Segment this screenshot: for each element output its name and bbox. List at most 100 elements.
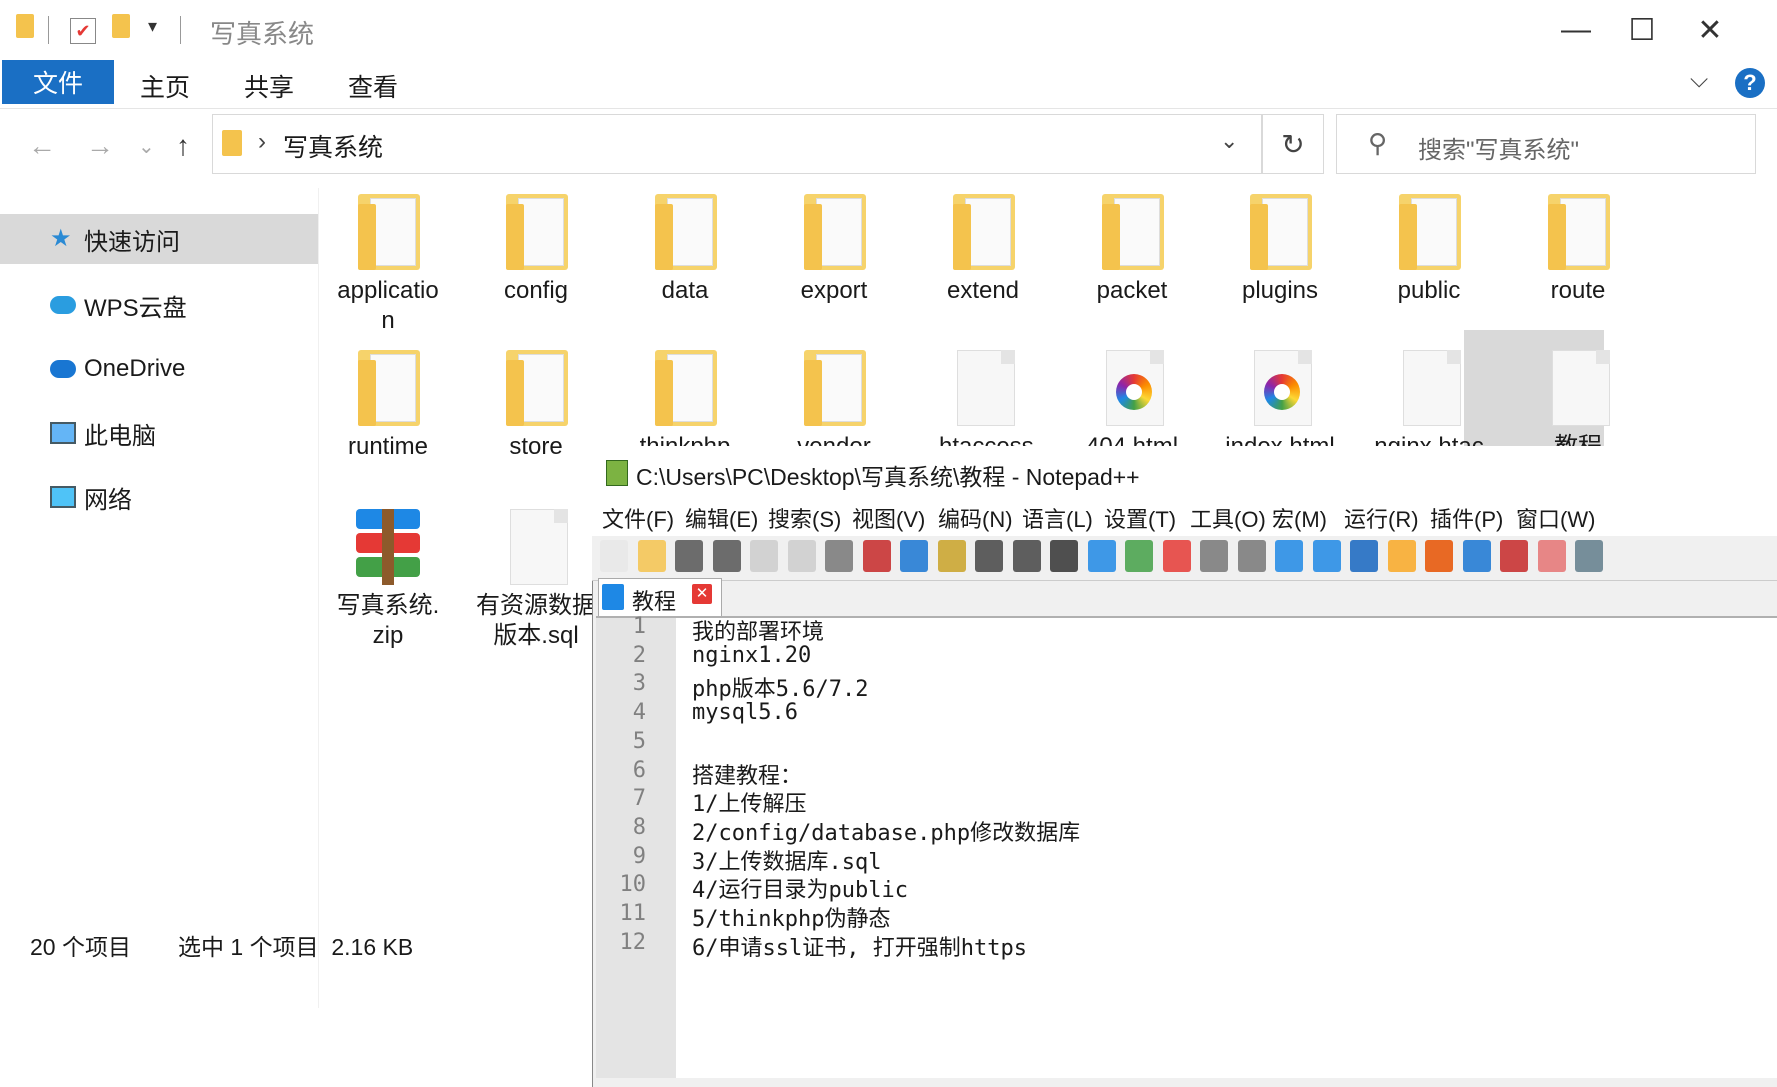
sidebar-item-network[interactable]: 网络 — [0, 472, 318, 522]
file-item[interactable]: .htaccess — [908, 346, 1058, 462]
sidebar-item-quick-access[interactable]: ★ 快速访问 — [0, 214, 318, 264]
up-button[interactable]: ↑ — [176, 130, 190, 162]
menu-item[interactable]: 语言(L) — [1022, 502, 1093, 534]
expand-ribbon-icon[interactable]: ⌵ — [1690, 66, 1708, 94]
file-item[interactable]: data — [610, 190, 760, 306]
folder-workspace-icon[interactable] — [1500, 540, 1528, 572]
menu-item[interactable]: 设置(T) — [1104, 502, 1176, 534]
new-file-icon[interactable] — [600, 540, 628, 572]
sidebar-item-wps[interactable]: WPS云盘 — [0, 280, 318, 330]
file-item[interactable]: store — [461, 346, 611, 462]
copy-icon[interactable] — [900, 540, 928, 572]
code-line[interactable]: 5/thinkphp伪静态 — [692, 901, 890, 933]
menu-item[interactable]: 视图(V) — [852, 502, 925, 534]
record-macro-icon[interactable] — [1575, 540, 1603, 572]
forward-button[interactable]: → — [86, 130, 114, 162]
file-item[interactable]: route — [1503, 190, 1653, 306]
menu-item[interactable]: 窗口(W) — [1516, 502, 1595, 534]
file-item[interactable]: extend — [908, 190, 1058, 306]
file-item[interactable]: nginx.htac — [1354, 346, 1504, 462]
code-line[interactable]: 3/上传数据库.sql — [692, 844, 881, 876]
file-item[interactable]: thinkphp — [610, 346, 760, 462]
file-item[interactable]: 写真系统. zip — [313, 505, 463, 651]
menu-item[interactable]: 工具(O) — [1190, 502, 1266, 534]
file-item[interactable]: runtime — [313, 346, 463, 462]
minimize-button[interactable]: — — [1546, 8, 1606, 52]
file-item[interactable]: packet — [1057, 190, 1207, 306]
menu-item[interactable]: 文件(F) — [602, 502, 674, 534]
monitoring-icon[interactable] — [1537, 540, 1566, 572]
code-line[interactable]: php版本5.6/7.2 — [692, 671, 868, 703]
tab-label[interactable]: 教程 — [632, 584, 676, 616]
paste-icon[interactable] — [937, 540, 966, 572]
open-file-icon[interactable] — [637, 540, 666, 572]
zoom-in-icon[interactable] — [1125, 540, 1153, 572]
cut-icon[interactable] — [862, 540, 891, 572]
code-line[interactable]: mysql5.6 — [692, 700, 798, 725]
sidebar-item-this-pc[interactable]: 此电脑 — [0, 408, 318, 458]
file-name: public — [1397, 277, 1461, 304]
undo-icon[interactable] — [975, 540, 1003, 572]
menu-item[interactable]: 编辑(E) — [685, 502, 758, 534]
back-button[interactable]: ← — [28, 130, 56, 162]
file-item[interactable]: 教程 — [1503, 346, 1653, 462]
menu-item[interactable]: 宏(M) — [1272, 502, 1327, 534]
language-icon[interactable] — [1387, 540, 1416, 572]
code-line[interactable]: 2/config/database.php修改数据库 — [692, 815, 1080, 847]
sidebar-item-onedrive[interactable]: OneDrive — [0, 344, 318, 394]
close-all-icon[interactable] — [787, 540, 816, 572]
function-list-icon[interactable] — [1462, 540, 1491, 572]
sync-vertical-icon[interactable] — [1200, 540, 1228, 572]
close-button[interactable]: ✕ — [1680, 8, 1740, 52]
sync-horizontal-icon[interactable] — [1237, 540, 1266, 572]
word-wrap-icon[interactable] — [1275, 540, 1303, 572]
close-icon[interactable] — [750, 540, 778, 572]
menu-item[interactable]: 插件(P) — [1430, 502, 1503, 534]
print-icon[interactable] — [825, 540, 853, 572]
tab-view[interactable]: 查看 — [348, 68, 398, 104]
file-item[interactable]: plugins — [1205, 190, 1355, 306]
find-icon[interactable] — [1050, 540, 1078, 572]
file-item[interactable]: applicatio n — [313, 190, 463, 336]
file-item[interactable]: public — [1354, 190, 1504, 306]
file-item[interactable]: index.html — [1205, 346, 1355, 462]
properties-icon[interactable]: ✔ — [70, 18, 96, 44]
save-icon[interactable] — [675, 540, 703, 572]
file-item[interactable]: config — [461, 190, 611, 306]
zoom-out-icon[interactable] — [1162, 540, 1191, 572]
menu-item[interactable]: 搜索(S) — [768, 502, 841, 534]
file-item[interactable]: 404.html — [1057, 346, 1207, 462]
maximize-button[interactable]: ☐ — [1612, 8, 1672, 52]
refresh-button[interactable]: ↻ — [1262, 114, 1324, 174]
recent-locations-button[interactable]: ⌄ — [138, 134, 155, 159]
show-all-chars-icon[interactable] — [1312, 540, 1341, 572]
new-folder-icon[interactable] — [112, 14, 138, 44]
replace-icon[interactable] — [1087, 540, 1116, 572]
tab-home[interactable]: 主页 — [140, 68, 190, 104]
doc-map-icon[interactable] — [1425, 540, 1453, 572]
address-path[interactable]: 写真系统 — [283, 128, 383, 164]
file-item[interactable]: export — [759, 190, 909, 306]
notepadpp-icon — [606, 460, 628, 486]
menu-item[interactable]: 运行(R) — [1344, 502, 1419, 534]
tab-file[interactable]: 文件 — [2, 60, 114, 104]
redo-icon[interactable] — [1012, 540, 1041, 572]
code-line[interactable]: 我的部署环境 — [692, 614, 824, 646]
code-line[interactable]: 1/上传解压 — [692, 786, 807, 818]
menu-item[interactable]: 编码(N) — [938, 502, 1013, 534]
search-input[interactable]: 搜索"写真系统" — [1418, 130, 1579, 165]
indent-guide-icon[interactable] — [1350, 540, 1378, 572]
tab-share[interactable]: 共享 — [244, 68, 294, 104]
code-line[interactable]: 搭建教程： — [692, 758, 802, 790]
code-line[interactable]: 4/运行目录为public — [692, 872, 908, 904]
file-item[interactable]: 有资源数据 版本.sql — [461, 505, 611, 651]
code-line[interactable]: 6/申请ssl证书, 打开强制https — [692, 930, 1027, 962]
code-line[interactable]: nginx1.20 — [692, 643, 811, 668]
save-all-icon[interactable] — [712, 540, 741, 572]
address-dropdown-icon[interactable]: ⌄ — [1220, 128, 1238, 154]
close-tab-icon[interactable]: ✕ — [692, 584, 712, 604]
help-button[interactable]: ? — [1735, 68, 1765, 98]
chevron-right-icon[interactable]: › — [258, 128, 266, 156]
quick-access-dropdown-icon[interactable]: ▾ — [148, 16, 157, 37]
file-item[interactable]: vendor — [759, 346, 909, 462]
